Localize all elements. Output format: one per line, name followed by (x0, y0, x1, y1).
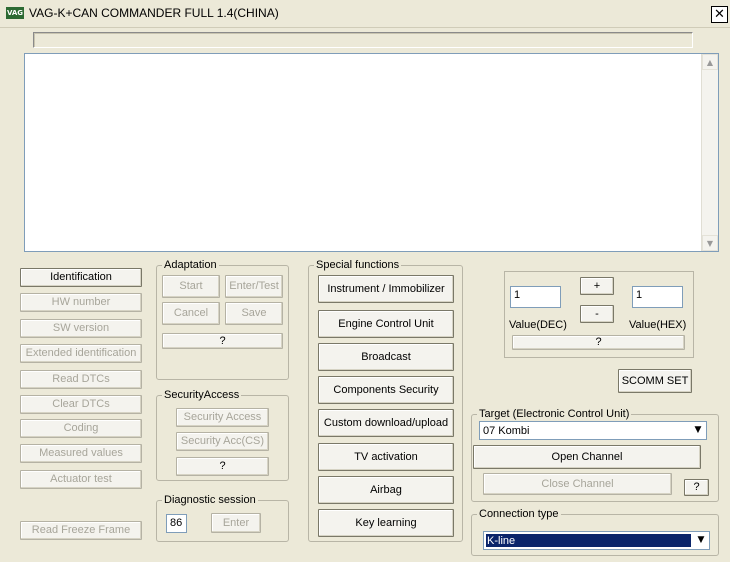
log-memo[interactable]: ▲ ▼ (24, 53, 719, 252)
progress-bar (33, 32, 693, 48)
read-freeze-frame-button[interactable]: Read Freeze Frame (20, 521, 142, 540)
measured-values-button[interactable]: Measured values (20, 444, 142, 463)
cancel-button[interactable]: Cancel (162, 302, 220, 325)
open-channel-button[interactable]: Open Channel (473, 445, 701, 469)
clear-dtcs-button[interactable]: Clear DTCs (20, 395, 142, 414)
custom-download-upload-button[interactable]: Custom download/upload (318, 409, 454, 437)
diagnostic-session-input[interactable]: 86 (166, 514, 187, 533)
sw-version-button[interactable]: SW version (20, 319, 142, 338)
security-access-cs-button[interactable]: Security Acc(CS) (176, 432, 269, 451)
chevron-down-icon[interactable]: ▼ (694, 533, 708, 547)
special-functions-legend: Special functions (314, 259, 402, 271)
scroll-up-icon[interactable]: ▲ (702, 54, 718, 70)
adaptation-legend: Adaptation (162, 259, 219, 271)
key-learning-button[interactable]: Key learning (318, 509, 454, 537)
instrument-immobilizer-button[interactable]: Instrument / Immobilizer (318, 275, 454, 303)
increment-button[interactable]: + (580, 277, 614, 295)
target-help-button[interactable]: ? (684, 479, 709, 496)
airbag-button[interactable]: Airbag (318, 476, 454, 504)
value-help-button[interactable]: ? (512, 335, 685, 350)
target-ecu-value: 07 Kombi (483, 425, 530, 437)
components-security-button[interactable]: Components Security (318, 376, 454, 404)
security-access-legend: SecurityAccess (162, 389, 242, 401)
engine-control-unit-button[interactable]: Engine Control Unit (318, 310, 454, 338)
value-hex-input[interactable]: 1 (632, 286, 683, 308)
target-ecu-select[interactable]: 07 Kombi ▼ (479, 421, 707, 440)
hw-number-button[interactable]: HW number (20, 293, 142, 312)
read-dtcs-button[interactable]: Read DTCs (20, 370, 142, 389)
enter-test-button[interactable]: Enter/Test (225, 275, 283, 298)
scroll-down-icon[interactable]: ▼ (702, 235, 718, 251)
selection-highlight (486, 534, 691, 547)
target-ecu-legend: Target (Electronic Control Unit) (477, 408, 632, 420)
memo-scrollbar[interactable]: ▲ ▼ (701, 54, 718, 251)
window-title: VAG-K+CAN COMMANDER FULL 1.4(CHINA) (29, 6, 279, 20)
value-hex-label: Value(HEX) (629, 319, 687, 331)
connection-type-value: K-line (487, 535, 516, 547)
security-help-button[interactable]: ? (176, 457, 269, 476)
diagnostic-session-legend: Diagnostic session (162, 494, 258, 506)
extended-identification-button[interactable]: Extended identification (20, 344, 142, 363)
scomm-set-button[interactable]: SCOMM SET (618, 369, 692, 393)
close-icon[interactable]: ✕ (711, 6, 728, 23)
value-dec-label: Value(DEC) (509, 319, 567, 331)
decrement-button[interactable]: - (580, 305, 614, 323)
security-access-button[interactable]: Security Access (176, 408, 269, 427)
close-channel-button[interactable]: Close Channel (483, 473, 672, 495)
connection-type-legend: Connection type (477, 508, 561, 520)
actuator-test-button[interactable]: Actuator test (20, 470, 142, 489)
save-button[interactable]: Save (225, 302, 283, 325)
connection-type-select[interactable]: K-line ▼ (483, 531, 710, 550)
app-icon: VAG (6, 7, 24, 19)
start-button[interactable]: Start (162, 275, 220, 298)
broadcast-button[interactable]: Broadcast (318, 343, 454, 371)
chevron-down-icon[interactable]: ▼ (691, 423, 705, 437)
tv-activation-button[interactable]: TV activation (318, 443, 454, 471)
adaptation-help-button[interactable]: ? (162, 333, 283, 349)
identification-button[interactable]: Identification (20, 268, 142, 287)
coding-button[interactable]: Coding (20, 419, 142, 438)
diagnostic-enter-button[interactable]: Enter (211, 513, 261, 533)
value-dec-input[interactable]: 1 (510, 286, 561, 308)
